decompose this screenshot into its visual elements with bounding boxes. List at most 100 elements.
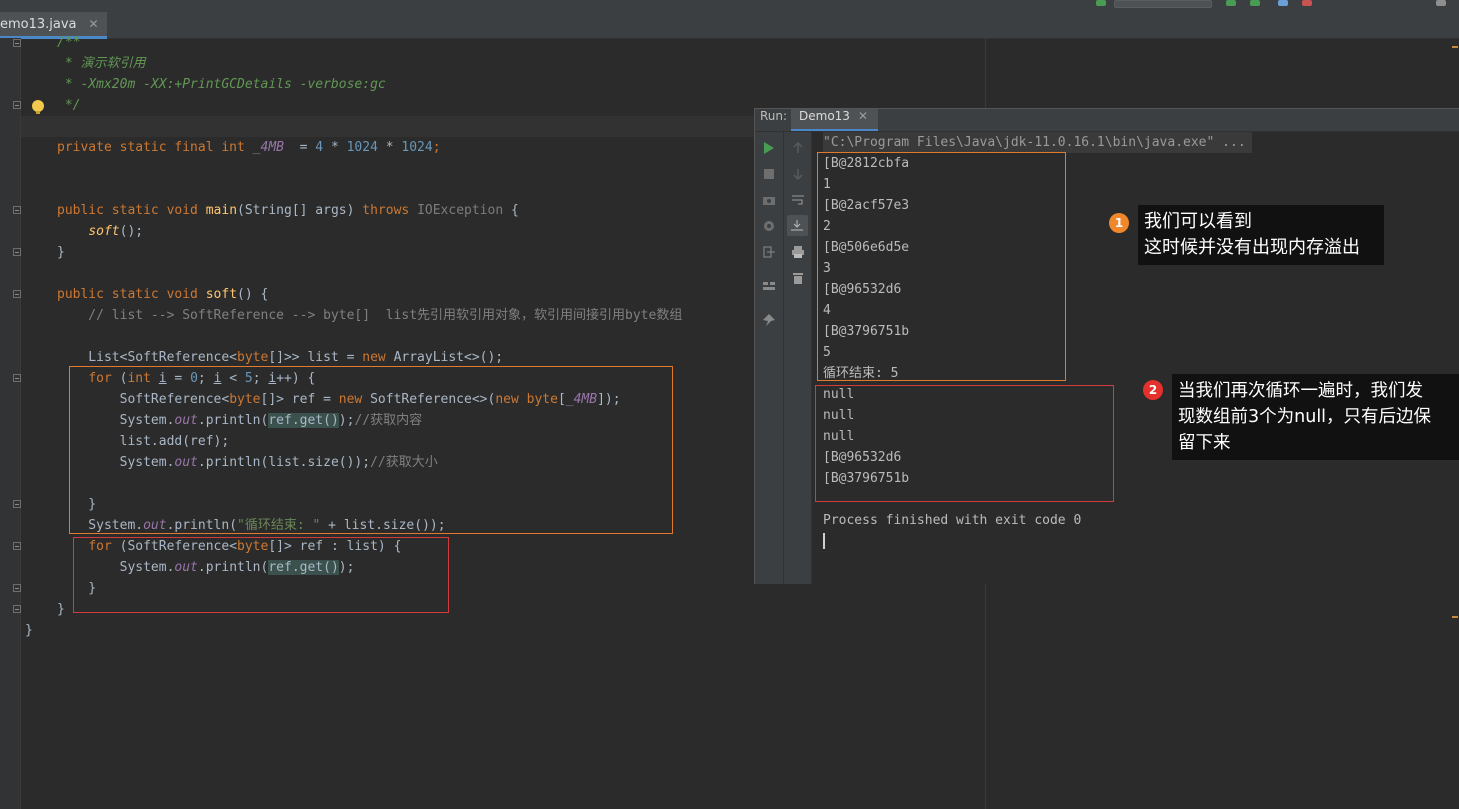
code-token: * 演示软引用 [57,56,146,71]
code-line[interactable]: List<SoftReference<byte[]>> list = new A… [57,347,503,368]
code-token: main [205,203,238,218]
annotation-text: 我们可以看到 [1144,211,1252,232]
stop-icon[interactable] [763,168,775,180]
code-token: throws [362,203,418,218]
fold-icon[interactable] [13,500,21,508]
run-tab-demo13[interactable]: Demo13 ✕ [791,109,878,131]
code-line[interactable]: soft(); [57,221,143,242]
lightbulb-icon[interactable] [32,100,44,114]
fold-icon[interactable] [13,605,21,613]
fold-icon[interactable] [13,101,21,109]
code-token: IOException [417,203,504,218]
editor-gutter [0,38,21,809]
code-line[interactable]: private static final int _4MB = 4 * 1024… [57,137,441,158]
code-line[interactable]: } [57,242,65,263]
error-stripe-mark[interactable] [1452,616,1458,618]
fold-icon[interactable] [13,290,21,298]
highlight-box-output1 [817,152,1066,381]
print-icon[interactable] [792,246,804,258]
run-header: Run: Demo13 ✕ [755,109,1459,132]
console-caret [823,533,825,549]
toolbar [0,0,1459,10]
run-toolbar [755,132,784,584]
code-token: } [25,623,33,638]
fold-icon[interactable] [13,584,21,592]
annotation-text: 现数组前3个为null，只有后边保 [1178,407,1432,427]
code-token: 1024 [401,140,433,155]
close-icon[interactable]: ✕ [89,17,99,31]
fold-icon[interactable] [13,542,21,550]
camera-icon[interactable] [763,194,775,206]
run-label: Run: [760,109,788,123]
editor-tab-label: emo13.java [0,17,77,32]
code-token: 4 [315,140,324,155]
annotation-text: 当我们再次循环一遍时，我们发 [1178,381,1423,401]
layout-icon[interactable] [763,280,775,292]
code-token: // list --> SoftReference --> byte[] lis… [57,308,683,323]
annotation-text: 留下来 [1178,433,1231,453]
profile-icon[interactable] [1278,0,1288,6]
code-token: () { [237,287,269,302]
code-token: ArrayList<>(); [393,350,504,365]
code-token: new [362,350,394,365]
highlight-box-loop1 [69,366,673,534]
annotation-badge-1: 1 [1109,213,1129,233]
annotation-callout-2: 当我们再次循环一遍时，我们发 现数组前3个为null，只有后边保 留下来 [1172,374,1459,460]
code-token: } [57,602,65,617]
highlight-box-loop2 [73,537,449,613]
fold-icon[interactable] [13,248,21,256]
code-token: byte [237,350,269,365]
rerun-icon[interactable] [763,142,775,154]
scroll-to-end-toggle[interactable] [787,215,808,236]
exit-icon[interactable] [763,246,775,258]
code-token: * [323,140,347,155]
fold-icon[interactable] [13,39,21,47]
close-icon[interactable]: ✕ [858,109,868,123]
highlight-box-output2 [815,385,1114,502]
code-token: private static final int [57,140,253,155]
trash-icon[interactable] [792,272,804,284]
code-line[interactable]: public static void main(String[] args) t… [57,200,519,221]
settings-icon[interactable] [763,220,775,232]
code-line[interactable]: public static void soft() { [57,284,268,305]
scroll-to-end-icon [791,220,803,231]
search-icon[interactable] [1436,0,1446,6]
code-token: soft [88,224,120,239]
fold-icon[interactable] [13,206,21,214]
code-line[interactable]: } [25,620,33,641]
code-token: * -Xmx20m -XX:+PrintGCDetails -verbose:g… [57,77,386,92]
code-line[interactable]: // list --> SoftReference --> byte[] lis… [57,305,682,326]
run-config-selector[interactable] [1114,0,1212,8]
code-token: 1024 [346,140,378,155]
pin-icon[interactable] [763,314,775,326]
code-line[interactable]: */ [57,95,81,116]
arrow-up-icon[interactable] [792,142,804,154]
code-line[interactable]: * 演示软引用 [57,53,146,74]
console-toolbar [784,132,812,584]
coverage-icon[interactable] [1250,0,1260,6]
code-line[interactable]: } [57,599,65,620]
editor-tab-bar: emo13.java ✕ [0,10,1459,39]
code-token: []>> list = [268,350,363,365]
code-token: (String[] args) [237,203,363,218]
code-token: /** [57,35,81,50]
code-token: { [503,203,519,218]
annotation-callout-1: 我们可以看到 这时候并没有出现内存溢出 [1138,205,1384,265]
soft-wrap-icon[interactable] [792,194,804,206]
code-token: List<SoftReference< [57,350,238,365]
code-line[interactable]: /** [57,32,80,53]
code-token: } [57,245,65,260]
fold-icon[interactable] [13,374,21,382]
code-token: _4MB [252,140,284,155]
stop-icon[interactable] [1302,0,1312,6]
code-line[interactable]: * -Xmx20m -XX:+PrintGCDetails -verbose:g… [57,74,386,95]
code-token: (); [119,224,144,239]
run-icon[interactable] [1096,0,1106,6]
arrow-down-icon[interactable] [792,168,804,180]
editor-tab[interactable]: emo13.java ✕ [0,12,107,39]
code-token: soft [205,287,238,302]
debug-icon[interactable] [1226,0,1236,6]
code-token: = [283,140,316,155]
error-stripe-mark[interactable] [1452,46,1458,48]
